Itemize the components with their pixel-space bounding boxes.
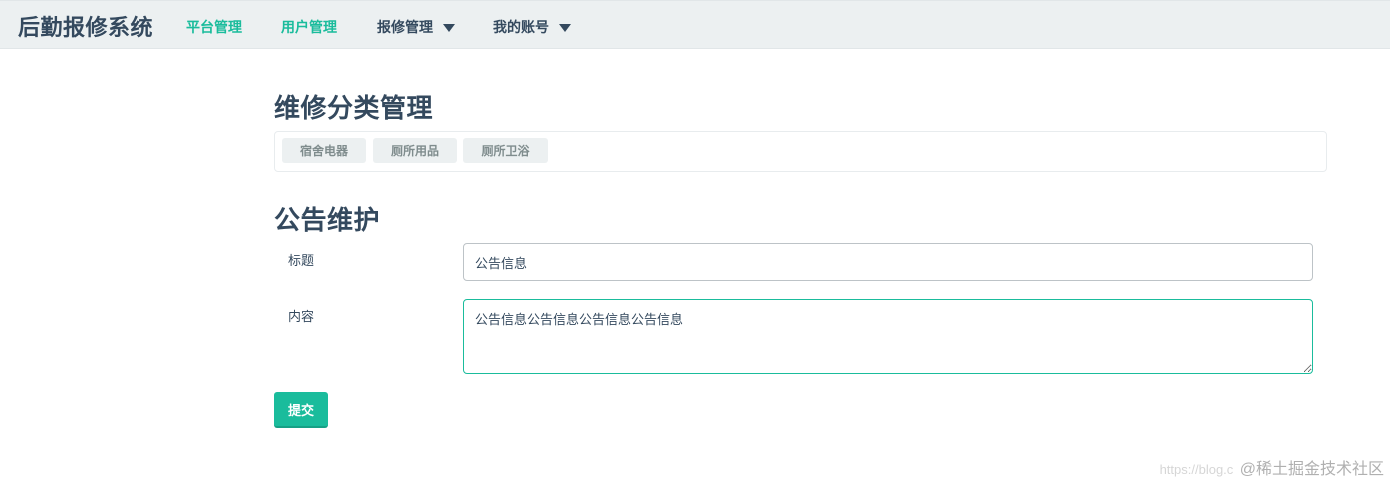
category-tag[interactable]: 厕所卫浴 [463,138,548,163]
caret-down-icon [559,23,571,32]
content-field-label: 内容 [288,309,315,324]
nav-item-label: 平台管理 [186,19,242,35]
watermark: https://blog.c @稀土掘金技术社区 [1160,455,1384,479]
nav-item-label: 报修管理 [377,19,433,35]
nav-user-management[interactable]: 用户管理 [281,17,337,37]
notice-title-input[interactable] [463,243,1313,281]
category-section-title: 维修分类管理 [274,93,434,123]
category-tag[interactable]: 厕所用品 [373,138,457,163]
watermark-name: @稀土掘金技术社区 [1239,461,1384,478]
top-navbar: 后勤报修系统 平台管理 用户管理 报修管理 我的账号 [0,0,1390,49]
notice-content-textarea[interactable]: 公告信息公告信息公告信息公告信息 [463,299,1313,374]
nav-platform-management[interactable]: 平台管理 [186,17,242,37]
nav-item-label: 用户管理 [281,19,337,35]
submit-button[interactable]: 提交 [274,392,328,428]
nav-item-label: 我的账号 [493,19,549,35]
title-field-label: 标题 [288,253,315,268]
category-panel: 宿舍电器 厕所用品 厕所卫浴 [274,131,1327,172]
brand-title[interactable]: 后勤报修系统 [18,10,153,42]
watermark-url: https://blog.c [1159,462,1234,477]
caret-down-icon [443,23,455,32]
category-tag[interactable]: 宿舍电器 [282,138,366,163]
notice-section-title: 公告维护 [274,205,381,235]
nav-repair-management-dropdown[interactable]: 报修管理 [377,17,455,37]
nav-my-account-dropdown[interactable]: 我的账号 [493,17,571,37]
